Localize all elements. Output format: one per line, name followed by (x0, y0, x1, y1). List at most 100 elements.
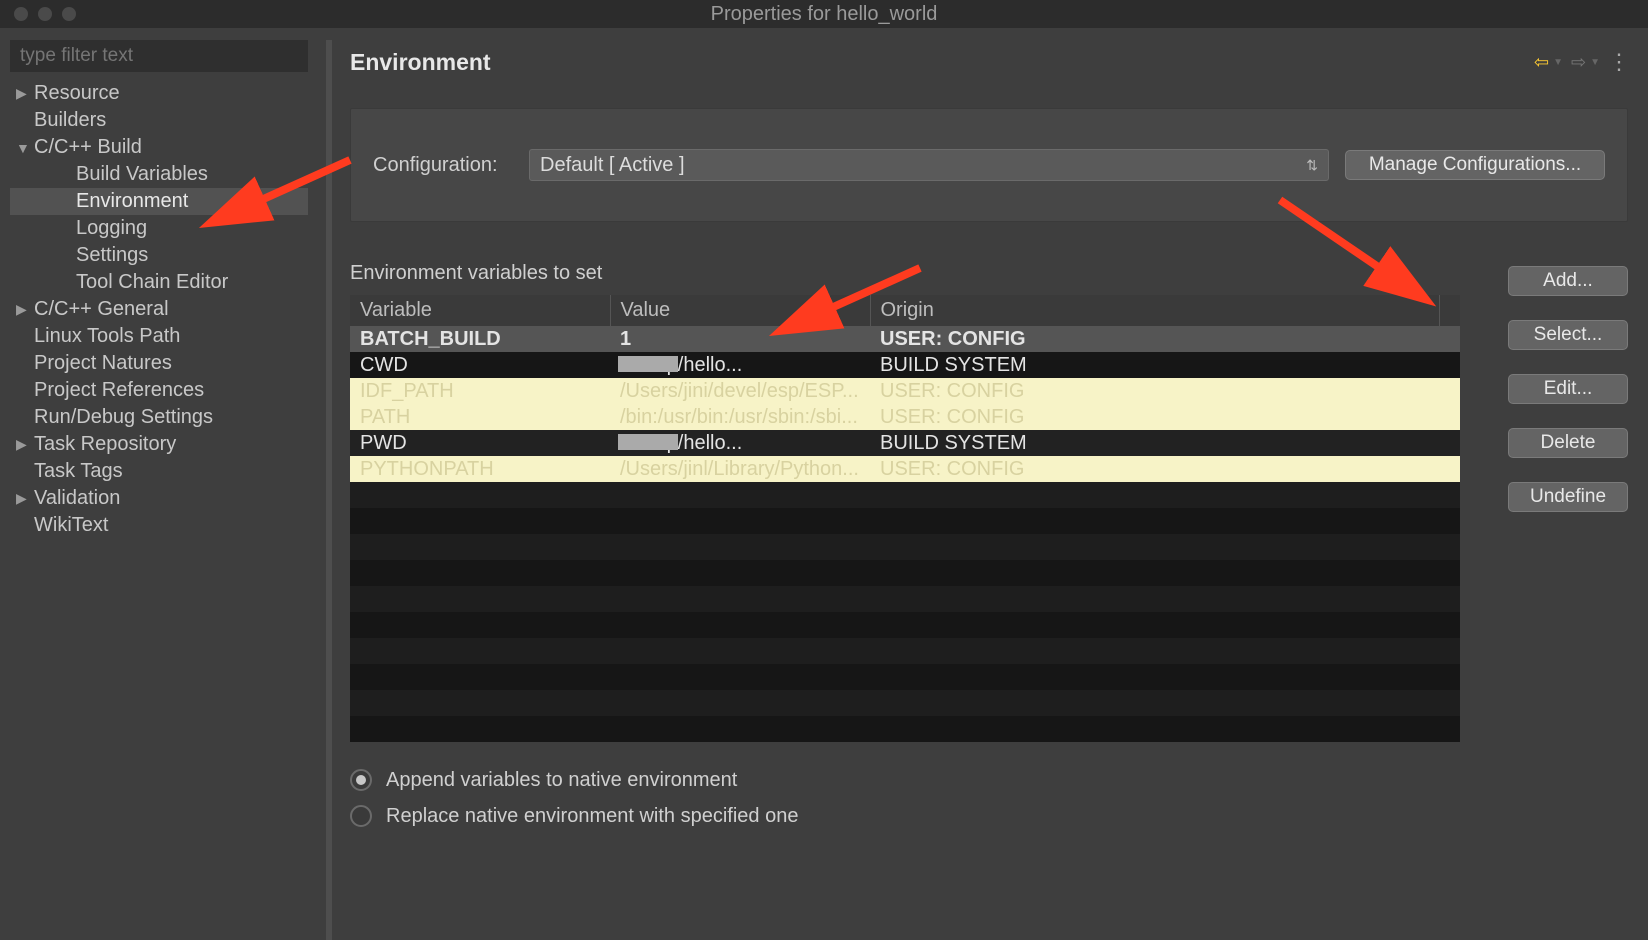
menu-icon[interactable]: ⋮ (1608, 49, 1628, 75)
sidebar: ▶Resource▶Builders▼C/C++ Build▶Build Var… (10, 40, 308, 940)
sidebar-item-task-tags[interactable]: ▶Task Tags (10, 458, 308, 485)
radio-append[interactable]: Append variables to native environment (350, 762, 1628, 798)
cell-value: … esp/hello... (610, 352, 870, 378)
sidebar-item-label: C/C++ Build (34, 136, 142, 159)
delete-button[interactable]: Delete (1508, 428, 1628, 458)
sidebar-item-c-c-general[interactable]: ▶C/C++ General (10, 296, 308, 323)
table-row[interactable]: CWD… esp/hello...BUILD SYSTEM (350, 352, 1460, 378)
sidebar-item-label: Run/Debug Settings (34, 406, 213, 429)
window-controls (0, 7, 76, 21)
radio-icon (350, 805, 372, 827)
sidebar-item-c-c-build[interactable]: ▼C/C++ Build (10, 134, 308, 161)
sidebar-item-validation[interactable]: ▶Validation (10, 485, 308, 512)
sidebar-item-builders[interactable]: ▶Builders (10, 107, 308, 134)
page-title: Environment (350, 49, 491, 76)
cell-origin: BUILD SYSTEM (870, 430, 1440, 456)
minimize-icon[interactable] (38, 7, 52, 21)
configuration-selected: Default [ Active ] (540, 154, 685, 177)
sidebar-item-environment[interactable]: ▶Environment (10, 188, 308, 215)
configuration-select[interactable]: Default [ Active ] ⇅ (529, 149, 1329, 181)
sidebar-item-label: Build Variables (76, 163, 208, 186)
sidebar-item-label: C/C++ General (34, 298, 169, 321)
undefine-button[interactable]: Undefine (1508, 482, 1628, 512)
sidebar-item-label: Resource (34, 82, 120, 105)
forward-icon[interactable]: ⇨ (1571, 52, 1586, 73)
cell-origin: USER: CONFIG (870, 378, 1440, 404)
sidebar-item-linux-tools-path[interactable]: ▶Linux Tools Path (10, 323, 308, 350)
table-row[interactable]: IDF_PATH/Users/jini/devel/esp/ESP...USER… (350, 378, 1460, 404)
cell-variable: PWD (350, 430, 610, 456)
col-value[interactable]: Value (610, 295, 870, 326)
env-vars-label: Environment variables to set (350, 262, 1460, 285)
close-icon[interactable] (14, 7, 28, 21)
sidebar-item-tool-chain-editor[interactable]: ▶Tool Chain Editor (10, 269, 308, 296)
col-origin[interactable]: Origin (870, 295, 1440, 326)
radio-icon (350, 769, 372, 791)
table-row-empty (350, 716, 1460, 742)
chevron-down-icon: ▼ (16, 140, 34, 156)
nav-toolbar: ⇦ ▼ ⇨ ▼ ⋮ (1534, 49, 1628, 75)
back-icon[interactable]: ⇦ (1534, 52, 1549, 73)
sidebar-item-project-natures[interactable]: ▶Project Natures (10, 350, 308, 377)
manage-configurations-button[interactable]: Manage Configurations... (1345, 150, 1605, 180)
table-row-empty (350, 482, 1460, 508)
table-row-empty (350, 690, 1460, 716)
radio-replace[interactable]: Replace native environment with specifie… (350, 798, 1628, 834)
edit-button[interactable]: Edit... (1508, 374, 1628, 404)
cell-origin: USER: CONFIG (870, 326, 1440, 352)
table-row-empty (350, 508, 1460, 534)
add-button[interactable]: Add... (1508, 266, 1628, 296)
back-menu-icon[interactable]: ▼ (1553, 57, 1563, 68)
sidebar-item-run-debug-settings[interactable]: ▶Run/Debug Settings (10, 404, 308, 431)
table-row-empty (350, 664, 1460, 690)
table-row[interactable]: PWD… esp/hello...BUILD SYSTEM (350, 430, 1460, 456)
sidebar-item-settings[interactable]: ▶Settings (10, 242, 308, 269)
titlebar: Properties for hello_world (0, 0, 1648, 28)
cell-value: /bin:/usr/bin:/usr/sbin:/sbi... (610, 404, 870, 430)
env-mode-group: Append variables to native environment R… (350, 762, 1628, 834)
properties-tree: ▶Resource▶Builders▼C/C++ Build▶Build Var… (10, 80, 308, 539)
sidebar-item-resource[interactable]: ▶Resource (10, 80, 308, 107)
table-row-empty (350, 534, 1460, 560)
updown-icon: ⇅ (1306, 161, 1318, 169)
cell-variable: CWD (350, 352, 610, 378)
env-vars-table[interactable]: Variable Value Origin BATCH_BUILD1USER: … (350, 295, 1460, 742)
chevron-right-icon: ▶ (16, 85, 34, 102)
radio-append-label: Append variables to native environment (386, 769, 737, 792)
sidebar-item-build-variables[interactable]: ▶Build Variables (10, 161, 308, 188)
sidebar-item-task-repository[interactable]: ▶Task Repository (10, 431, 308, 458)
table-row-empty (350, 560, 1460, 586)
cell-value: /Users/jini/devel/esp/ESP... (610, 378, 870, 404)
configuration-bar: Configuration: Default [ Active ] ⇅ Mana… (350, 108, 1628, 222)
sidebar-item-label: Validation (34, 487, 120, 510)
col-extra (1440, 295, 1461, 326)
main-panel: Environment ⇦ ▼ ⇨ ▼ ⋮ Configuration: Def… (350, 40, 1638, 940)
filter-input[interactable] (10, 40, 308, 72)
cell-origin: USER: CONFIG (870, 404, 1440, 430)
sidebar-item-wikitext[interactable]: ▶WikiText (10, 512, 308, 539)
sidebar-item-label: Task Tags (34, 460, 123, 483)
sidebar-item-label: Project References (34, 379, 204, 402)
cell-value: … esp/hello... (610, 430, 870, 456)
table-row[interactable]: PATH/bin:/usr/bin:/usr/sbin:/sbi...USER:… (350, 404, 1460, 430)
cell-variable: BATCH_BUILD (350, 326, 610, 352)
sidebar-item-label: Linux Tools Path (34, 325, 180, 348)
cell-value: /Users/jinl/Library/Python... (610, 456, 870, 482)
cell-value: 1 (610, 326, 870, 352)
zoom-icon[interactable] (62, 7, 76, 21)
sidebar-item-label: Environment (76, 190, 188, 213)
chevron-right-icon: ▶ (16, 301, 34, 318)
col-variable[interactable]: Variable (350, 295, 610, 326)
sidebar-item-label: WikiText (34, 514, 108, 537)
sidebar-item-project-references[interactable]: ▶Project References (10, 377, 308, 404)
table-row[interactable]: PYTHONPATH/Users/jinl/Library/Python...U… (350, 456, 1460, 482)
sidebar-item-logging[interactable]: ▶Logging (10, 215, 308, 242)
split-handle[interactable] (326, 40, 332, 940)
forward-menu-icon[interactable]: ▼ (1590, 57, 1600, 68)
env-buttons: Add... Select... Edit... Delete Undefine (1508, 262, 1628, 742)
cell-variable: PATH (350, 404, 610, 430)
sidebar-item-label: Project Natures (34, 352, 172, 375)
cell-origin: BUILD SYSTEM (870, 352, 1440, 378)
select-button[interactable]: Select... (1508, 320, 1628, 350)
table-row[interactable]: BATCH_BUILD1USER: CONFIG (350, 326, 1460, 352)
